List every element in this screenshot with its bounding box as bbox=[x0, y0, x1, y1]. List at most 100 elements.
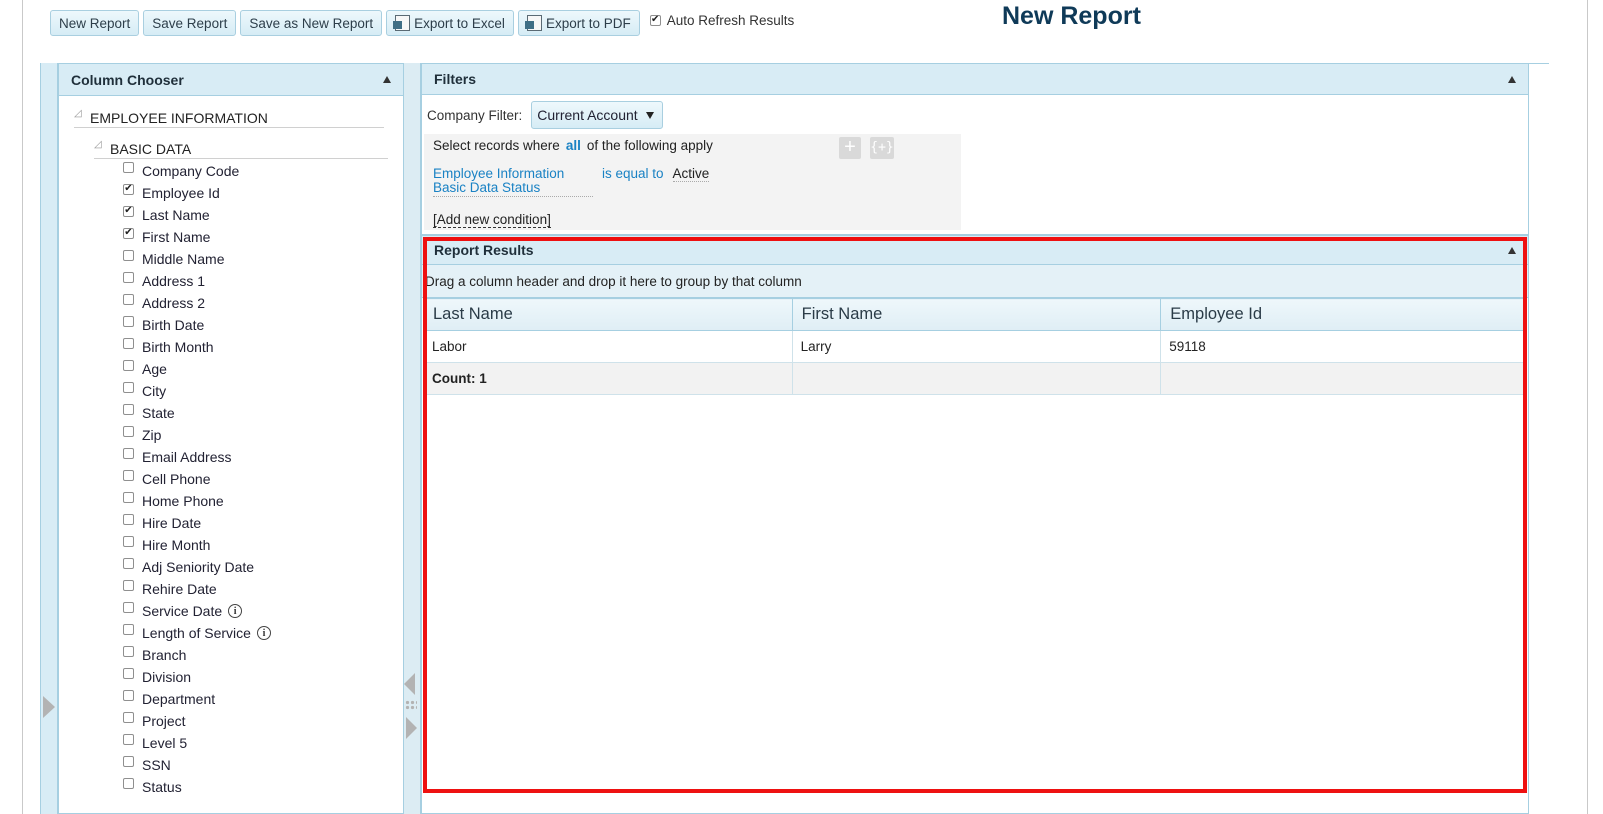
condition-operator-link[interactable]: is equal to bbox=[602, 167, 664, 197]
group-drop-zone[interactable]: Drag a column header and drop it here to… bbox=[422, 265, 1528, 298]
column-option-label: Address 1 bbox=[142, 273, 206, 289]
column-checkbox[interactable] bbox=[123, 711, 134, 723]
collapse-icon[interactable] bbox=[1508, 75, 1516, 83]
auto-refresh-toggle[interactable]: ✔ Auto Refresh Results bbox=[649, 13, 794, 28]
column-option[interactable]: Level 5 bbox=[123, 732, 271, 754]
column-option[interactable]: Adj Seniority Date bbox=[123, 556, 271, 578]
column-option[interactable]: Middle Name bbox=[123, 248, 271, 270]
column-option[interactable]: Service Date i bbox=[123, 600, 271, 622]
report-results-header[interactable]: Report Results bbox=[422, 236, 1528, 265]
column-header-first-name[interactable]: First Name bbox=[791, 298, 1162, 331]
column-checkbox[interactable] bbox=[123, 271, 134, 283]
expand-right-arrow-icon[interactable] bbox=[43, 696, 55, 718]
add-new-condition-link[interactable]: [Add new condition] bbox=[433, 213, 551, 228]
filters-header[interactable]: Filters bbox=[422, 63, 1528, 95]
drag-grip-icon[interactable] bbox=[405, 700, 417, 710]
export-excel-button[interactable]: Export to Excel bbox=[386, 10, 514, 36]
column-option[interactable]: Address 2 bbox=[123, 292, 271, 314]
condition-field-link[interactable]: Employee Information Basic Data Status bbox=[433, 167, 593, 197]
save-report-label: Save Report bbox=[152, 15, 228, 31]
column-checkbox[interactable] bbox=[123, 403, 134, 415]
collapse-icon[interactable] bbox=[383, 76, 391, 83]
column-option[interactable]: Birth Month bbox=[123, 336, 271, 358]
column-checkbox[interactable]: ✔ bbox=[123, 227, 134, 239]
column-checkbox[interactable] bbox=[123, 359, 134, 371]
column-option[interactable]: Hire Date bbox=[123, 512, 271, 534]
column-checkbox[interactable] bbox=[123, 645, 134, 657]
column-option[interactable]: Division bbox=[123, 666, 271, 688]
column-option[interactable]: Age bbox=[123, 358, 271, 380]
column-option[interactable]: Length of Service i bbox=[123, 622, 271, 644]
column-checkbox[interactable] bbox=[123, 381, 134, 393]
save-report-button[interactable]: Save Report bbox=[143, 10, 237, 36]
column-checkbox[interactable] bbox=[123, 667, 134, 679]
column-checkbox[interactable] bbox=[123, 337, 134, 349]
column-checkbox[interactable] bbox=[123, 447, 134, 459]
add-condition-plus-button[interactable]: + bbox=[839, 137, 861, 159]
column-checkbox[interactable] bbox=[123, 161, 134, 173]
column-option[interactable]: Department bbox=[123, 688, 271, 710]
column-option[interactable]: Company Code bbox=[123, 160, 271, 182]
column-option[interactable]: Branch bbox=[123, 644, 271, 666]
save-as-new-report-button[interactable]: Save as New Report bbox=[240, 10, 383, 36]
column-option[interactable]: City bbox=[123, 380, 271, 402]
column-checkbox[interactable]: ✔ bbox=[123, 183, 134, 195]
column-checkbox[interactable] bbox=[123, 513, 134, 525]
table-row[interactable]: Labor Larry 59118 bbox=[423, 330, 1527, 363]
column-checkbox[interactable] bbox=[123, 689, 134, 701]
column-option[interactable]: Zip bbox=[123, 424, 271, 446]
column-option[interactable]: Rehire Date bbox=[123, 578, 271, 600]
panel-edge-line bbox=[1529, 63, 1549, 64]
column-checkbox[interactable] bbox=[123, 579, 134, 591]
collapse-left-arrow-icon[interactable] bbox=[404, 673, 415, 695]
column-checkbox[interactable]: ✔ bbox=[123, 205, 134, 217]
auto-refresh-checkbox[interactable]: ✔ bbox=[649, 14, 661, 26]
column-checkbox[interactable] bbox=[123, 249, 134, 261]
company-filter-dropdown[interactable]: Current Account bbox=[531, 101, 663, 129]
column-checkbox[interactable] bbox=[123, 491, 134, 503]
column-checkbox[interactable] bbox=[123, 623, 134, 635]
column-option[interactable]: ✔ Employee Id bbox=[123, 182, 271, 204]
column-header-employee-id[interactable]: Employee Id bbox=[1160, 298, 1527, 331]
column-option[interactable]: SSN bbox=[123, 754, 271, 776]
column-checkbox[interactable] bbox=[123, 469, 134, 481]
column-header-last-name[interactable]: Last Name bbox=[423, 298, 793, 331]
collapse-icon[interactable] bbox=[1508, 246, 1516, 254]
export-pdf-button[interactable]: Export to PDF bbox=[517, 10, 640, 36]
tree-node-employee-information[interactable]: ◿ EMPLOYEE INFORMATION bbox=[74, 108, 384, 128]
column-option[interactable]: Address 1 bbox=[123, 270, 271, 292]
column-checkbox[interactable] bbox=[123, 425, 134, 437]
column-checkbox[interactable] bbox=[123, 557, 134, 569]
column-option[interactable]: Cell Phone bbox=[123, 468, 271, 490]
column-option[interactable]: Hire Month bbox=[123, 534, 271, 556]
expand-right-arrow-icon[interactable] bbox=[406, 717, 417, 739]
new-report-button[interactable]: New Report bbox=[50, 10, 140, 36]
column-option[interactable]: ✔ First Name bbox=[123, 226, 271, 248]
column-checkbox[interactable] bbox=[123, 601, 134, 613]
column-option[interactable]: Project bbox=[123, 710, 271, 732]
column-option[interactable]: ✔ Last Name bbox=[123, 204, 271, 226]
column-option[interactable]: Home Phone bbox=[123, 490, 271, 512]
condition-value[interactable]: Active bbox=[672, 167, 710, 182]
info-icon[interactable]: i bbox=[228, 604, 243, 618]
filter-logic-all-link[interactable]: all bbox=[566, 138, 581, 153]
column-chooser-header[interactable]: Column Chooser bbox=[59, 64, 403, 96]
panel-splitter[interactable] bbox=[404, 63, 421, 814]
column-option[interactable]: Birth Date bbox=[123, 314, 271, 336]
column-option[interactable]: State bbox=[123, 402, 271, 424]
tree-expanded-icon[interactable]: ◿ bbox=[94, 139, 110, 150]
left-expand-strip[interactable] bbox=[40, 63, 58, 814]
info-icon[interactable]: i bbox=[256, 626, 271, 640]
column-checkbox[interactable] bbox=[123, 777, 134, 789]
tree-node-basic-data[interactable]: ◿ BASIC DATA bbox=[94, 139, 388, 159]
tree-expanded-icon[interactable]: ◿ bbox=[74, 108, 90, 119]
column-option-label: Rehire Date bbox=[142, 581, 217, 597]
column-checkbox[interactable] bbox=[123, 315, 134, 327]
column-checkbox[interactable] bbox=[123, 733, 134, 745]
column-checkbox[interactable] bbox=[123, 535, 134, 547]
column-option[interactable]: Email Address bbox=[123, 446, 271, 468]
column-checkbox[interactable] bbox=[123, 293, 134, 305]
column-checkbox[interactable] bbox=[123, 755, 134, 767]
add-group-button[interactable]: {+} bbox=[870, 137, 894, 159]
column-option[interactable]: Status bbox=[123, 776, 271, 798]
